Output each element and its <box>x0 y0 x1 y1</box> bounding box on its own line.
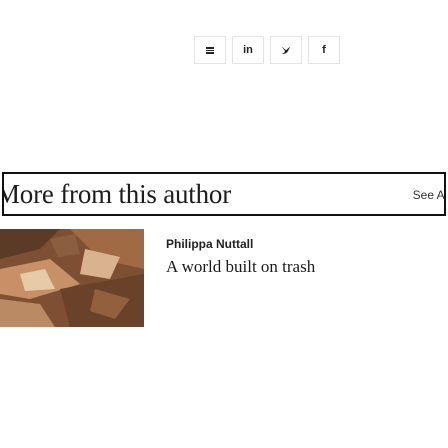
article-author[interactable]: Philippa Nuttall <box>166 237 253 251</box>
facebook-icon: f <box>322 44 326 56</box>
article-thumbnail-image <box>0 229 144 327</box>
twitter-button[interactable] <box>270 36 302 64</box>
share-bar: in f <box>194 36 340 64</box>
article-title[interactable]: A world built on trash <box>166 257 315 277</box>
see-all-link[interactable]: See All <box>413 188 444 202</box>
menu-icon <box>206 46 214 54</box>
article-card[interactable]: Philippa Nuttall A world built on trash <box>0 229 448 329</box>
facebook-button[interactable]: f <box>308 36 340 64</box>
twitter-icon <box>282 46 290 54</box>
article-thumbnail[interactable] <box>0 229 144 327</box>
linkedin-button[interactable]: in <box>232 36 264 64</box>
section-title: More from this author <box>2 179 232 209</box>
linkedin-icon: in <box>243 44 253 56</box>
menu-button[interactable] <box>194 36 226 64</box>
page: in f More from this author See All <box>0 0 448 448</box>
more-from-author-header: More from this author See All <box>2 172 446 216</box>
